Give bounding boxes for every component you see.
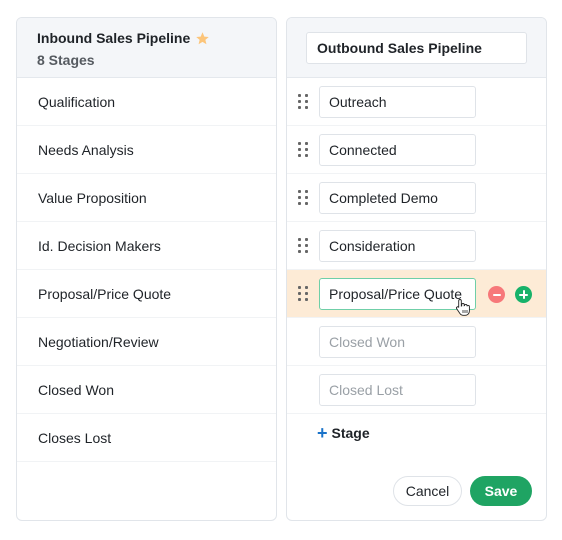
drag-handle-icon[interactable] (298, 237, 308, 254)
inbound-stage-label: Id. Decision Makers (38, 237, 161, 254)
inbound-header: Inbound Sales Pipeline 8 Stages (17, 18, 276, 78)
outbound-stage-row (287, 222, 546, 270)
inbound-stage-label: Needs Analysis (38, 141, 134, 158)
add-stage-after-icon[interactable] (515, 286, 532, 303)
stage-input[interactable] (319, 230, 476, 262)
outbound-stage-row (287, 126, 546, 174)
outbound-pipeline-panel: + Stage Cancel Save (286, 17, 547, 521)
drag-handle-icon[interactable] (298, 141, 308, 158)
stage-input[interactable] (319, 134, 476, 166)
star-icon[interactable] (195, 31, 210, 46)
outbound-stage-row (287, 174, 546, 222)
inbound-stage-row: Qualification (17, 78, 276, 126)
plus-icon: + (317, 423, 328, 443)
cancel-button[interactable]: Cancel (393, 476, 462, 506)
inbound-stage-row: Closes Lost (17, 414, 276, 462)
inbound-title: Inbound Sales Pipeline (37, 30, 191, 46)
hand-pointer-cursor-icon (456, 299, 470, 316)
inbound-stage-label: Negotiation/Review (38, 333, 159, 350)
inbound-stage-count: 8 Stages (37, 52, 95, 68)
inbound-stage-label: Closes Lost (38, 429, 112, 446)
inbound-title-wrap: Inbound Sales Pipeline (37, 30, 210, 46)
inbound-stage-label: Qualification (38, 93, 116, 110)
inbound-stage-label: Closed Won (38, 381, 115, 398)
stage-input[interactable] (319, 278, 476, 310)
inbound-stage-label: Value Proposition (38, 189, 147, 206)
inbound-stage-row: Negotiation/Review (17, 318, 276, 366)
inbound-stage-row: Proposal/Price Quote (17, 270, 276, 318)
outbound-stage-row (287, 78, 546, 126)
outbound-stage-row (287, 366, 546, 414)
save-button[interactable]: Save (470, 476, 532, 506)
stage-input[interactable] (319, 374, 476, 406)
inbound-stage-row: Value Proposition (17, 174, 276, 222)
outbound-header (287, 18, 546, 78)
inbound-stage-row: Needs Analysis (17, 126, 276, 174)
stage-input[interactable] (319, 86, 476, 118)
add-stage-label: Stage (331, 425, 370, 441)
outbound-stage-row-active (287, 270, 546, 318)
add-stage-button[interactable]: + Stage (317, 424, 370, 442)
drag-handle-icon[interactable] (298, 285, 308, 302)
inbound-stage-row: Closed Won (17, 366, 276, 414)
drag-handle-icon[interactable] (298, 93, 308, 110)
drag-handle-icon[interactable] (298, 189, 308, 206)
stage-input[interactable] (319, 182, 476, 214)
inbound-stage-row: Id. Decision Makers (17, 222, 276, 270)
inbound-pipeline-panel: Inbound Sales Pipeline 8 Stages Qualific… (16, 17, 277, 521)
stage-input[interactable] (319, 326, 476, 358)
remove-stage-icon[interactable] (488, 286, 505, 303)
inbound-stage-label: Proposal/Price Quote (38, 285, 172, 302)
pipeline-name-input[interactable] (306, 32, 527, 64)
outbound-stage-row (287, 318, 546, 366)
